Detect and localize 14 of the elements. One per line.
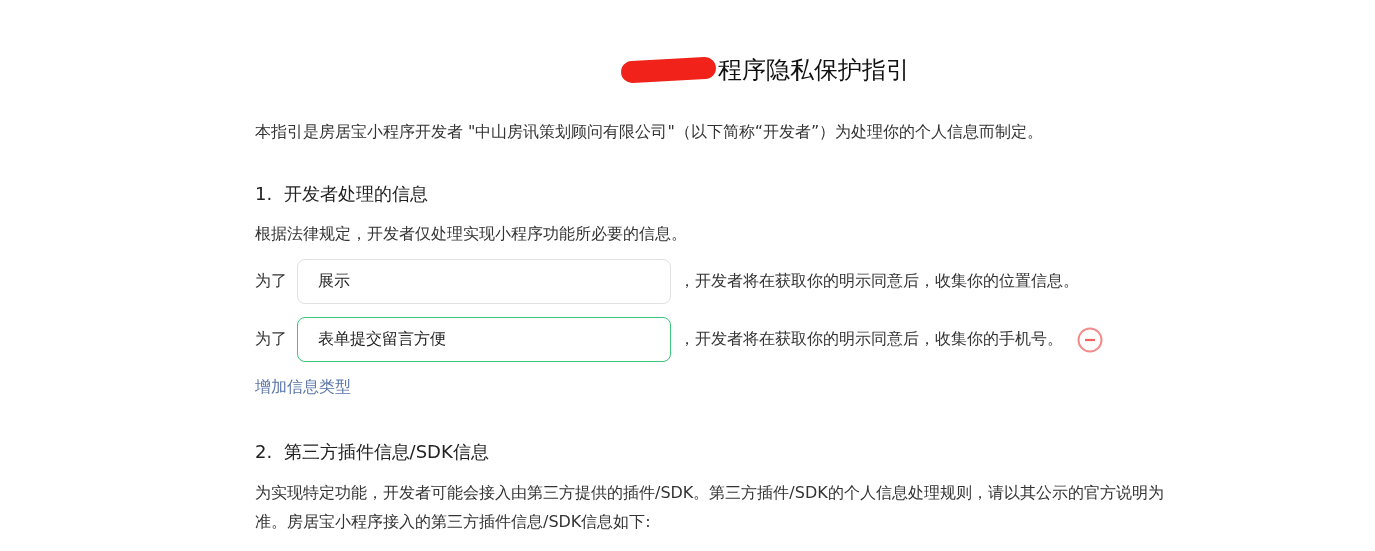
add-info-type-link[interactable]: 增加信息类型 [255,377,351,398]
input-field[interactable]: 展示 [297,259,671,304]
section-description: 根据法律规定，开发者仅处理实现小程序功能所必要的信息。 [255,223,688,245]
row-label: 为了 [255,271,287,292]
section-heading: 1. 开发者处理的信息 [255,182,429,206]
remove-icon[interactable] [1077,326,1103,353]
row-text: ，开发者将在获取你的明示同意后，收集你的手机号。 [679,329,1063,350]
section-heading: 2. 第三方插件信息/SDK信息 [255,440,490,464]
page-title: 程序隐私保护指引 [717,55,910,86]
section-description: 为实现特定功能，开发者可能会接入由第三方提供的插件/SDK。第三方插件/SDK的个人信息处理规则，请以其公示的官方说明为准。房居宝小程序接入的第三方插件信息/SDK信息如下: [255,482,1165,533]
input-field[interactable]: 表单提交留言方便 [297,317,671,362]
row-text: ，开发者将在获取你的明示同意后，收集你的位置信息。 [679,271,1079,292]
row-label: 为了 [255,329,287,350]
intro-text: 本指引是房居宝小程序开发者 "中山房讯策划顾问有限公司"（以下简称“开发者”）为处理你的个人信息而制定。 [255,121,1045,143]
